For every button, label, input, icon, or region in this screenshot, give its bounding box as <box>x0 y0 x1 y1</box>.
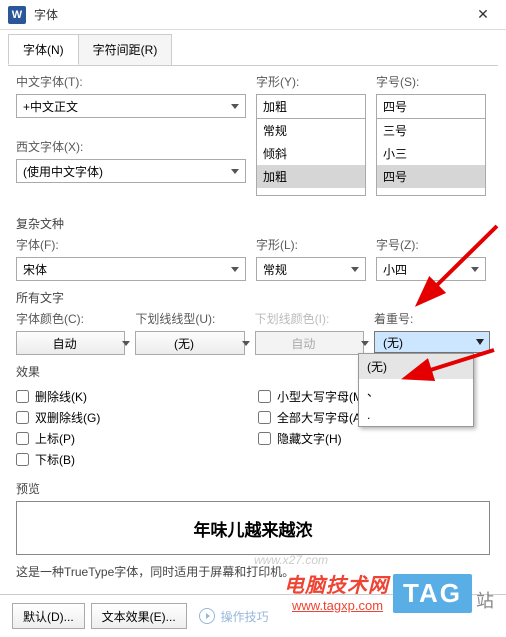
brand-name: 电脑技术网 <box>284 569 389 598</box>
complex-font-combo[interactable]: 宋体 <box>16 257 246 281</box>
size-input[interactable]: 四号 <box>376 94 486 118</box>
size-option[interactable]: 三号 <box>377 119 485 142</box>
style-option[interactable]: 加粗 <box>257 165 365 188</box>
cn-font-value: +中文正文 <box>23 98 78 115</box>
tab-spacing[interactable]: 字符间距(R) <box>78 34 173 65</box>
checkbox-hidden[interactable]: 隐藏文字(H) <box>258 430 490 447</box>
label-ul-style: 下划线线型(U): <box>135 310 244 327</box>
hint-link[interactable]: 操作技巧 <box>199 608 269 625</box>
emphasis-option[interactable]: 、 <box>359 379 473 404</box>
emphasis-dropdown[interactable]: (无) <box>374 331 490 353</box>
label-size-z: 字号(Z): <box>376 236 486 253</box>
chevron-down-icon <box>349 262 361 276</box>
underline-style-dropdown[interactable]: (无) <box>135 331 244 355</box>
style-option[interactable]: 倾斜 <box>257 142 365 165</box>
emphasis-popup[interactable]: (无) 、 . <box>358 353 474 427</box>
complex-size-combo[interactable]: 小四 <box>376 257 486 281</box>
font-color-value: 自动 <box>53 335 77 352</box>
emphasis-option[interactable]: (无) <box>359 354 473 379</box>
label-emphasis: 着重号: <box>374 310 490 327</box>
label-font-f: 字体(F): <box>16 236 246 253</box>
ul-style-value: (无) <box>174 335 194 352</box>
font-color-dropdown[interactable]: 自动 <box>16 331 125 355</box>
triangle-down-icon <box>476 339 484 345</box>
label-style-l: 字形(L): <box>256 236 366 253</box>
default-button[interactable]: 默认(D)... <box>12 603 85 629</box>
label-west-font: 西文字体(X): <box>16 138 246 155</box>
preview-text: 年味儿越来越浓 <box>194 516 313 541</box>
complex-style-combo[interactable]: 常规 <box>256 257 366 281</box>
label-font-color: 字体颜色(C): <box>16 310 125 327</box>
tag-badge: TAG <box>393 574 472 613</box>
label-style: 字形(Y): <box>256 73 366 90</box>
size-listbox[interactable]: 三号 小三 四号 <box>376 118 486 196</box>
brand-url: www.tagxp.com <box>292 598 383 613</box>
label-cn-font: 中文字体(T): <box>16 73 246 90</box>
label-size: 字号(S): <box>376 73 486 90</box>
style-value: 加粗 <box>263 98 287 115</box>
cn-font-combo[interactable]: +中文正文 <box>16 94 246 118</box>
brand-overlay: 电脑技术网 www.tagxp.com TAG 站 <box>284 569 494 613</box>
chevron-down-icon <box>229 99 241 113</box>
app-icon: W <box>8 6 26 24</box>
label-ul-color: 下划线颜色(I): <box>255 310 364 327</box>
brand-suffix: 站 <box>476 587 494 613</box>
emphasis-value: (无) <box>383 334 403 351</box>
style-input[interactable]: 加粗 <box>256 94 366 118</box>
chevron-down-icon <box>229 262 241 276</box>
checkbox-subscript[interactable]: 下标(B) <box>16 451 248 468</box>
ul-color-value: 自动 <box>291 335 315 352</box>
text-effects-button[interactable]: 文本效果(E)... <box>91 603 187 629</box>
west-font-combo[interactable]: (使用中文字体) <box>16 159 246 183</box>
size-value: 四号 <box>383 98 407 115</box>
chevron-down-icon <box>229 164 241 178</box>
preview-box: 年味儿越来越浓 <box>16 501 490 555</box>
section-preview: 预览 <box>16 480 490 497</box>
checkbox-strike[interactable]: 删除线(K) <box>16 388 248 405</box>
chevron-down-icon <box>469 262 481 276</box>
play-circle-icon <box>199 608 215 624</box>
west-font-value: (使用中文字体) <box>23 163 103 180</box>
complex-style-value: 常规 <box>263 261 287 278</box>
style-option[interactable]: 常规 <box>257 119 365 142</box>
size-option[interactable]: 小三 <box>377 142 485 165</box>
size-option[interactable]: 四号 <box>377 165 485 188</box>
checkbox-double-strike[interactable]: 双删除线(G) <box>16 409 248 426</box>
style-listbox[interactable]: 常规 倾斜 加粗 <box>256 118 366 196</box>
complex-size-value: 小四 <box>383 261 407 278</box>
underline-color-dropdown: 自动 <box>255 331 364 355</box>
watermark-text: www.x27.com <box>254 553 328 567</box>
close-icon[interactable]: ✕ <box>468 6 498 23</box>
checkbox-superscript[interactable]: 上标(P) <box>16 430 248 447</box>
section-complex: 复杂文种 <box>16 215 490 232</box>
section-alltext: 所有文字 <box>16 289 490 306</box>
complex-font-value: 宋体 <box>23 261 47 278</box>
window-title: 字体 <box>34 6 468 23</box>
tab-font[interactable]: 字体(N) <box>8 34 79 65</box>
emphasis-option[interactable]: . <box>359 404 473 426</box>
